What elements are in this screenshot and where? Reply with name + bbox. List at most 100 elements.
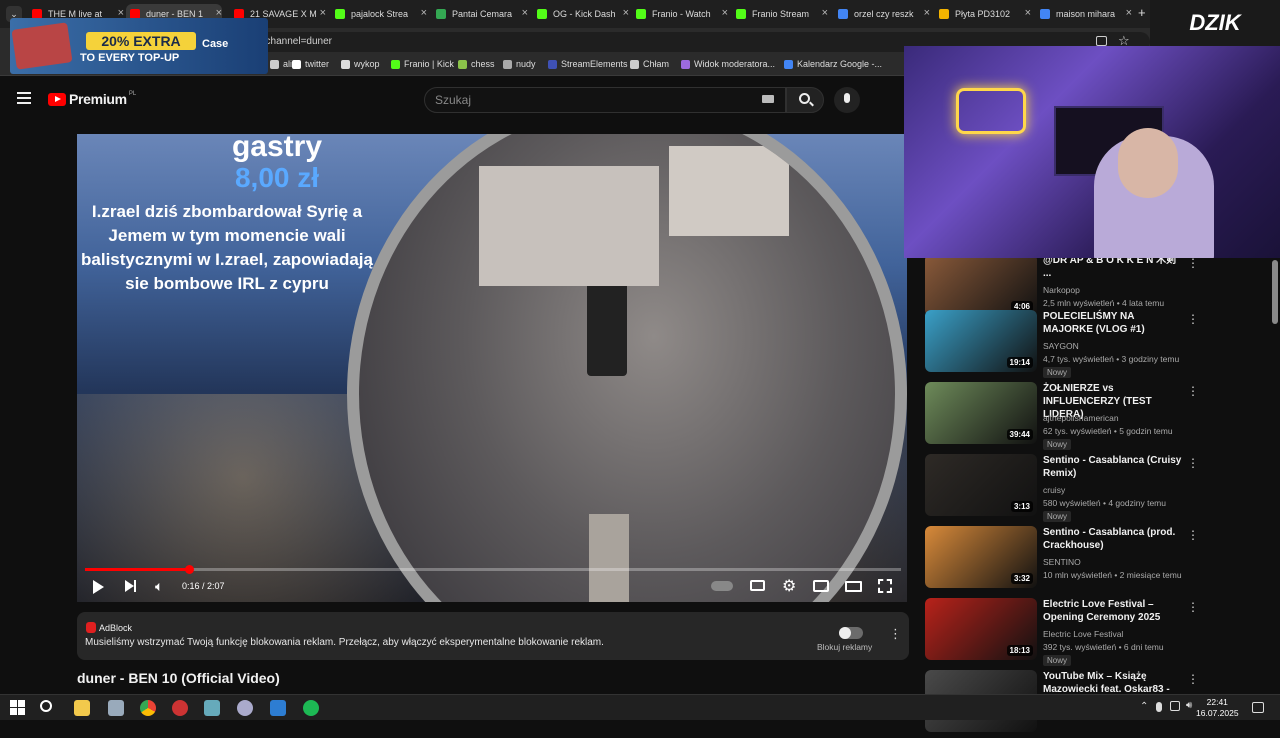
block-ads-toggle[interactable]: [839, 627, 863, 639]
tab-favicon-icon: [736, 9, 746, 19]
recommendation-item[interactable]: 3:13 Sentino - Casablanca (Cruisy Remix) c…: [925, 454, 1265, 522]
network-icon[interactable]: [1170, 701, 1180, 711]
more-options-icon[interactable]: ⋮: [1187, 672, 1199, 686]
app-icon[interactable]: [237, 700, 253, 716]
search-button[interactable]: [786, 87, 824, 113]
taskbar-search-icon[interactable]: [40, 700, 52, 712]
channel-name[interactable]: Narkopop: [1043, 285, 1080, 295]
settings-icon[interactable]: ⚙: [782, 576, 796, 596]
close-tab-icon[interactable]: ×: [522, 7, 528, 19]
recommendation-title[interactable]: Sentino - Casablanca (prod. Crackhouse): [1043, 526, 1183, 552]
channel-name[interactable]: cruisy: [1043, 485, 1065, 495]
close-tab-icon[interactable]: ×: [1025, 7, 1031, 19]
sidebar-scrollbar[interactable]: [1272, 260, 1278, 324]
video-thumbnail[interactable]: 3:32: [925, 526, 1037, 588]
channel-name[interactable]: ajthepolishamerican: [1043, 413, 1119, 423]
app-icon[interactable]: [270, 700, 286, 716]
wallet-graphic: [11, 22, 73, 70]
channel-name[interactable]: SAYGON: [1043, 341, 1079, 351]
volume-icon[interactable]: 🔈︎: [155, 578, 163, 598]
system-tray-chevron-icon[interactable]: ⌃: [1140, 701, 1148, 712]
more-options-icon[interactable]: ⋮: [1187, 528, 1199, 542]
browser-tab[interactable]: orzel czy reszk ×: [834, 4, 930, 24]
close-tab-icon[interactable]: ×: [421, 7, 427, 19]
close-tab-icon[interactable]: ×: [1126, 7, 1132, 19]
notifications-icon[interactable]: [1252, 702, 1264, 713]
channel-name[interactable]: SENTINO: [1043, 557, 1081, 567]
menu-icon[interactable]: [17, 92, 31, 104]
next-icon: [125, 580, 136, 592]
recommendation-item[interactable]: 18:13 Electric Love Festival – Opening Ce…: [925, 598, 1265, 666]
browser-tab[interactable]: Pantai Cemara ×: [432, 4, 528, 24]
taskbar-clock[interactable]: 22:41 16.07.2025: [1196, 697, 1239, 719]
video-player[interactable]: gastry 8,00 zł I.zrael dziś zbombardował…: [77, 134, 907, 602]
app-icon[interactable]: [172, 700, 188, 716]
recommendation-item[interactable]: 19:14 POLECIELIŚMY NA MAJORKE (VLOG #1) SA…: [925, 310, 1265, 378]
autoplay-toggle[interactable]: [711, 581, 733, 591]
bookmark-item[interactable]: Chłam: [630, 59, 669, 69]
recommendation-title[interactable]: POLECIELIŚMY NA MAJORKE (VLOG #1): [1043, 310, 1183, 336]
bookmark-item[interactable]: Kalendarz Google -...: [784, 59, 882, 69]
video-thumbnail[interactable]: 39:44: [925, 382, 1037, 444]
more-options-icon[interactable]: ⋮: [889, 626, 902, 642]
progress-bar[interactable]: [85, 568, 901, 571]
close-tab-icon[interactable]: ×: [320, 7, 326, 19]
recommendation-item[interactable]: 3:32 Sentino - Casablanca (prod. Crackhou…: [925, 526, 1265, 594]
app-icon[interactable]: [204, 700, 220, 716]
recommendation-title[interactable]: Electric Love Festival – Opening Ceremon…: [1043, 598, 1183, 624]
video-thumbnail[interactable]: 3:13: [925, 454, 1037, 516]
next-button[interactable]: [125, 580, 136, 600]
browser-tab[interactable]: pajalock Strea ×: [331, 4, 427, 24]
channel-name[interactable]: Electric Love Festival: [1043, 629, 1123, 639]
new-badge: Nowy: [1043, 511, 1072, 522]
windows-start-icon[interactable]: [10, 700, 26, 716]
video-thumbnail[interactable]: 19:14: [925, 310, 1037, 372]
browser-tab[interactable]: Franio Stream ×: [732, 4, 828, 24]
bookmark-item[interactable]: chess: [458, 59, 495, 69]
spotify-icon[interactable]: [303, 700, 319, 716]
bookmark-item[interactable]: twitter: [292, 59, 329, 69]
recommendation-title[interactable]: YouTube Mix – Książę Mazowiecki feat. Os…: [1043, 670, 1183, 696]
ad-banner[interactable]: 20% EXTRA TO EVERY TOP-UP Case: [10, 18, 268, 74]
recommendation-item[interactable]: 39:44 ŻOŁNIERZE vs INFLUENCERZY (TEST LID…: [925, 382, 1265, 450]
bookmark-item[interactable]: Franio | Kick: [391, 59, 454, 69]
close-tab-icon[interactable]: ×: [722, 7, 728, 19]
chrome-icon[interactable]: [140, 700, 156, 716]
bookmark-item[interactable]: Widok moderatora...: [681, 59, 775, 69]
app-icon[interactable]: [108, 700, 124, 716]
bookmark-item[interactable]: StreamElements: [548, 59, 628, 69]
bookmark-item[interactable]: wykop: [341, 59, 380, 69]
youtube-logo[interactable]: Premium PL: [48, 91, 136, 107]
recommendation-title[interactable]: Sentino - Casablanca (Cruisy Remix): [1043, 454, 1183, 480]
close-tab-icon[interactable]: ×: [924, 7, 930, 19]
install-app-icon[interactable]: [1096, 36, 1107, 46]
new-tab-button[interactable]: +: [1138, 5, 1146, 20]
miniplayer-icon[interactable]: [813, 580, 829, 592]
browser-tab[interactable]: maison mihara ×: [1036, 4, 1132, 24]
video-duration: 3:13: [1010, 501, 1033, 512]
browser-tab[interactable]: OG - Kick Dash ×: [533, 4, 629, 24]
fullscreen-icon[interactable]: [878, 579, 892, 593]
microphone-icon[interactable]: [1156, 702, 1162, 712]
browser-tab[interactable]: Płyta PD3102 ×: [935, 4, 1031, 24]
more-options-icon[interactable]: ⋮: [1187, 312, 1199, 326]
more-options-icon[interactable]: ⋮: [1187, 256, 1199, 270]
bookmark-item[interactable]: nudy: [503, 59, 536, 69]
file-explorer-icon[interactable]: [74, 700, 90, 716]
voice-search-button[interactable]: [834, 87, 860, 113]
play-icon: [93, 580, 104, 594]
keyboard-icon[interactable]: [762, 95, 774, 103]
video-thumbnail[interactable]: 18:13: [925, 598, 1037, 660]
speaker-icon[interactable]: 🔊︎: [1186, 700, 1192, 711]
browser-tab[interactable]: Franio - Watch ×: [632, 4, 728, 24]
search-input[interactable]: Szukaj: [424, 87, 786, 113]
close-tab-icon[interactable]: ×: [822, 7, 828, 19]
more-options-icon[interactable]: ⋮: [1187, 456, 1199, 470]
close-tab-icon[interactable]: ×: [623, 7, 629, 19]
play-button[interactable]: [93, 580, 104, 600]
more-options-icon[interactable]: ⋮: [1187, 384, 1199, 398]
theater-mode-icon[interactable]: [845, 581, 862, 592]
subtitles-icon[interactable]: [750, 580, 765, 591]
more-options-icon[interactable]: ⋮: [1187, 600, 1199, 614]
video-thumbnail[interactable]: 4:06: [925, 254, 1037, 316]
